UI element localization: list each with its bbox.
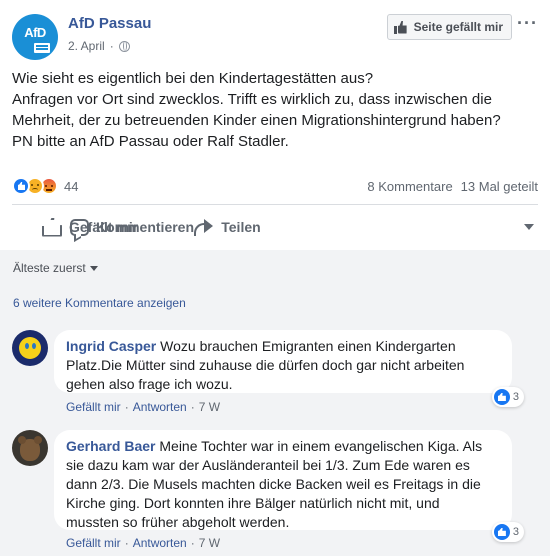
comment-icon: [70, 218, 89, 236]
comment-reaction-badge[interactable]: 3: [491, 522, 524, 542]
like-reaction-icon: [493, 389, 510, 405]
like-reaction-icon: [493, 524, 510, 540]
comment-item: Gerhard Baer Meine Tochter war in einem …: [12, 430, 538, 554]
sort-label: Älteste zuerst: [13, 261, 86, 275]
comment-item: Ingrid Casper Wozu brauchen Emigranten e…: [12, 330, 538, 420]
comment-label: Kommentieren: [96, 219, 195, 235]
comments-section: Älteste zuerst 6 weitere Kommentare anze…: [0, 250, 550, 556]
share-count-link[interactable]: 13 Mal geteilt: [461, 179, 538, 194]
comment-text: mussten so früher abgeholt werden.: [66, 514, 290, 530]
caret-down-icon: [89, 266, 98, 271]
avatar[interactable]: [12, 330, 48, 366]
dot-separator: ·: [190, 536, 195, 550]
comment-like-link[interactable]: Gefällt mir: [66, 536, 121, 550]
comment-time[interactable]: 7 W: [199, 400, 220, 414]
comment-button[interactable]: Kommentieren: [70, 218, 526, 236]
post-date[interactable]: 2. April: [68, 39, 105, 53]
avatar[interactable]: [12, 430, 48, 466]
comment-text: Wozu brauchen Emigranten einen Kindergar…: [160, 338, 456, 354]
more-options-icon[interactable]: ···: [517, 14, 538, 32]
comment-actions: Gefällt mir · Antworten · 7 W: [66, 400, 220, 414]
like-page-label: Seite gefällt mir: [413, 20, 503, 34]
post-meta: 2. April ·: [68, 39, 130, 53]
post-stats: 44 8 Kommentare 13 Mal geteilt: [12, 176, 538, 196]
dot-separator: ·: [190, 400, 195, 414]
post-text: Wie sieht es eigentlich bei den Kinderta…: [12, 68, 538, 152]
thumbs-up-icon: [393, 21, 408, 34]
comment-text: gehen also frage ich wozu.: [66, 376, 233, 392]
page-avatar[interactable]: AfD: [12, 14, 58, 60]
like-icon: [42, 217, 62, 237]
post-line: Mehrheit, der zu betreuenden Kinder eine…: [12, 112, 501, 129]
comment-actions: Gefällt mir · Antworten · 7 W: [66, 536, 220, 550]
comment-text: Platz.Die Mütter sind zuhause die dürfen…: [66, 357, 465, 373]
comment-text: Kirche ging. Dort konnten ihre Bälger na…: [66, 495, 440, 511]
view-more-comments-link[interactable]: 6 weitere Kommentare anzeigen: [13, 296, 186, 310]
meta-separator: ·: [109, 39, 114, 53]
dot-separator: ·: [124, 400, 129, 414]
comment-author[interactable]: Gerhard Baer: [66, 438, 155, 454]
logo-text: AfD: [24, 24, 46, 40]
comment-text: dann 2/3. Die Musels machten dicke Backe…: [66, 476, 481, 492]
comment-sort-dropdown[interactable]: Älteste zuerst: [13, 261, 98, 275]
comment-reaction-count: 3: [512, 391, 519, 403]
comment-like-link[interactable]: Gefällt mir: [66, 400, 121, 414]
post-line: PN bitte an AfD Passau oder Ralf Stadler…: [12, 133, 289, 150]
comment-reply-link[interactable]: Antworten: [133, 536, 187, 550]
like-page-button[interactable]: Seite gefällt mir: [386, 14, 512, 40]
post-card: AfD AfD Passau 2. April · Seite gefällt …: [0, 0, 550, 556]
like-reaction-icon: [12, 177, 30, 195]
reaction-count: 44: [64, 178, 79, 194]
post-header: AfD AfD Passau 2. April · Seite gefällt …: [12, 12, 538, 62]
comment-first-line: Gerhard Baer Meine Tochter war in einem …: [66, 437, 500, 456]
comment-count-link[interactable]: 8 Kommentare: [367, 179, 452, 194]
comment-author[interactable]: Ingrid Casper: [66, 338, 156, 354]
page-name-link[interactable]: AfD Passau: [68, 15, 151, 32]
comment-bubble: Ingrid Casper Wozu brauchen Emigranten e…: [54, 330, 512, 393]
reaction-summary[interactable]: 44: [12, 177, 78, 195]
action-bar: Gefällt mir Kommentieren Teilen: [12, 207, 538, 247]
globe-icon: [118, 40, 130, 52]
comment-text: Meine Tochter war in einem evangelischen…: [159, 438, 483, 454]
share-icon: [194, 219, 214, 236]
comment-bubble: Gerhard Baer Meine Tochter war in einem …: [54, 430, 512, 530]
comment-reply-link[interactable]: Antworten: [133, 400, 187, 414]
comment-text: sie dazu kam war der Ausländeranteil bei…: [66, 457, 470, 473]
dot-separator: ·: [124, 536, 129, 550]
post-line: Wie sieht es eigentlich bei den Kinderta…: [12, 70, 374, 87]
stats-right: 8 Kommentare 13 Mal geteilt: [367, 179, 538, 194]
comment-first-line: Ingrid Casper Wozu brauchen Emigranten e…: [66, 337, 500, 356]
comment-time[interactable]: 7 W: [199, 536, 220, 550]
divider: [12, 204, 538, 205]
post-line: Anfragen vor Ort sind zwecklos. Trifft e…: [12, 91, 492, 108]
comment-reaction-count: 3: [512, 526, 519, 538]
comment-reaction-badge[interactable]: 3: [491, 387, 524, 407]
logo-flag-icon: [34, 43, 50, 53]
